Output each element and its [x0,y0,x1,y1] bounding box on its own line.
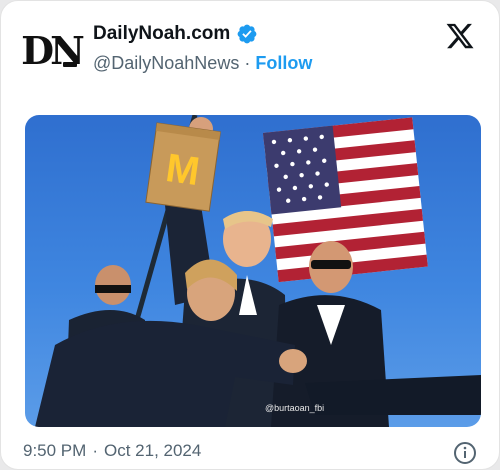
avatar[interactable]: DN [21,25,85,77]
tweet-card[interactable]: DN DailyNoah.com @DailyNoahNews · Follow [0,0,500,470]
tweet-timestamp[interactable]: 9:50 PM · Oct 21, 2024 [23,441,201,461]
author-display-name[interactable]: DailyNoah.com [93,23,230,45]
info-icon[interactable] [453,441,477,465]
x-logo-icon[interactable] [445,21,475,51]
tweet-time: 9:50 PM [23,441,87,460]
mcdonalds-bag: M [145,122,221,212]
photo-watermark: @burtaoan_fbi [265,403,324,413]
author-handle[interactable]: @DailyNoahNews [93,53,239,74]
author-name-row: DailyNoah.com [93,23,258,45]
tweet-photo[interactable]: M @burtaoan_fbi [25,115,481,427]
verified-badge-icon [237,24,257,44]
bag-logo: M [163,146,202,194]
timestamp-separator: · [92,441,98,460]
tweet-date: Oct 21, 2024 [103,441,202,460]
author-handle-row: @DailyNoahNews · Follow [93,53,312,74]
follow-button[interactable]: Follow [255,53,312,74]
handle-separator: · [244,53,251,73]
avatar-logo-mark [63,62,77,67]
photo-illustration: M @burtaoan_fbi [35,115,481,427]
